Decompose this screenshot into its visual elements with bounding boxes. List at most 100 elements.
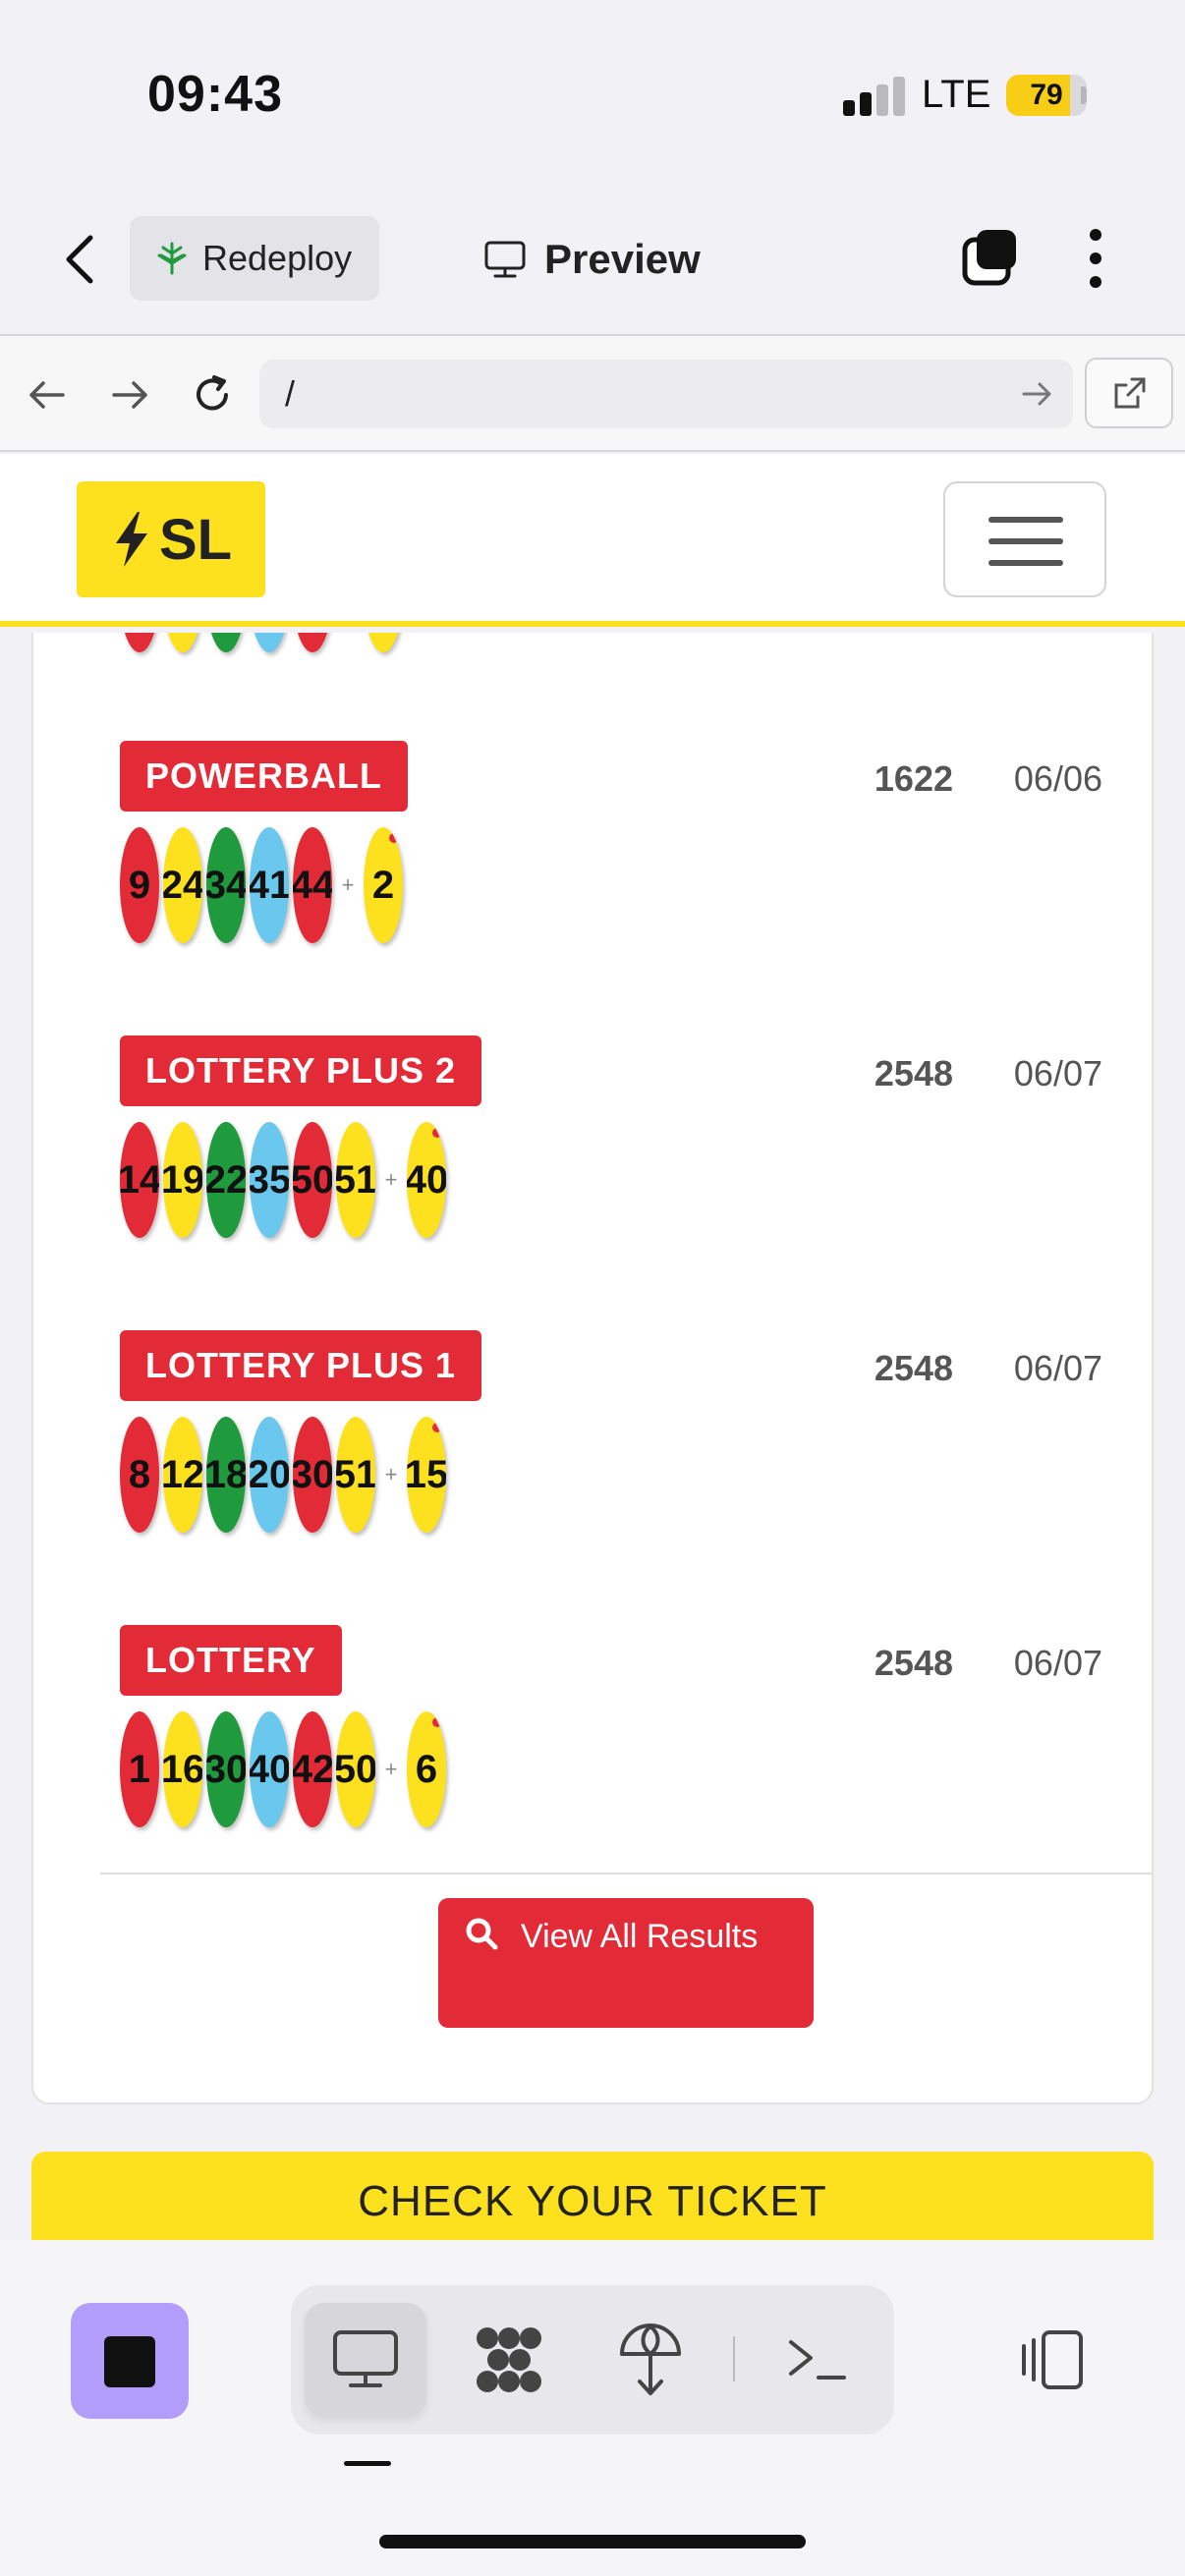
lottery-ball xyxy=(250,633,289,652)
monitor-icon xyxy=(333,2330,398,2387)
lottery-ball: 19 xyxy=(163,1122,202,1238)
lottery-ball: 41 xyxy=(250,827,289,943)
signal-icon xyxy=(843,77,906,116)
ball-set: 1 16 30 40 42 50 +6 xyxy=(120,1711,450,1827)
lottery-ball xyxy=(293,633,332,652)
lottery-ball: 51 xyxy=(336,1122,375,1238)
lottery-ball: 8 xyxy=(120,1417,159,1533)
bonus-ball: 40 xyxy=(407,1122,446,1238)
segment-separator xyxy=(733,2336,735,2381)
lottery-ball: 44 xyxy=(293,827,332,943)
deploy-view-button[interactable] xyxy=(590,2303,711,2417)
lottery-ball: 40 xyxy=(250,1711,289,1827)
status-bar: 09:43 LTE 79 xyxy=(0,0,1185,196)
more-options-icon[interactable] xyxy=(1081,226,1110,291)
divider xyxy=(100,1873,1152,1875)
external-link-icon xyxy=(1114,377,1146,409)
battery-tip xyxy=(1081,86,1087,104)
view-all-label: View All Results xyxy=(521,1918,759,1955)
draw-date: 06/07 xyxy=(1013,1348,1102,1388)
check-your-ticket-button[interactable]: CHECK YOUR TICKET xyxy=(31,2152,1154,2240)
ball-set: 14 19 22 35 50 51 +40 xyxy=(120,1122,450,1238)
plus-sign: + xyxy=(384,1462,398,1486)
lottery-ball: 34 xyxy=(206,827,246,943)
lottery-ball xyxy=(206,633,246,652)
monitor-icon xyxy=(484,241,526,278)
hamburger-menu-button[interactable] xyxy=(943,481,1106,597)
lottery-ball: 42 xyxy=(293,1711,332,1827)
status-time: 09:43 xyxy=(147,66,283,123)
redeploy-button[interactable]: Redeploy xyxy=(130,216,379,301)
go-arrow-icon[interactable] xyxy=(1020,377,1053,411)
plus-sign: + xyxy=(384,1167,398,1192)
result-row[interactable]: LOTTERY 2548 06/07 1 16 30 40 42 50 +6 xyxy=(120,1625,1102,1841)
lottery-ball: 20 xyxy=(250,1417,289,1533)
side-panel-icon[interactable] xyxy=(1018,2328,1087,2391)
game-label: LOTTERY PLUS 1 xyxy=(120,1330,482,1401)
search-icon xyxy=(466,1918,498,1950)
page-content: POWERBALL 1622 06/06 9 24 34 41 44 +2 LOTTERY PLU… xyxy=(0,633,1185,2240)
stop-icon xyxy=(104,2336,155,2387)
lightning-icon xyxy=(115,512,147,567)
url-field[interactable]: / xyxy=(259,360,1073,428)
draw-number: 2548 xyxy=(874,1053,953,1093)
tree-icon xyxy=(157,242,187,275)
lottery-ball xyxy=(120,633,159,652)
bonus-ball: 2 xyxy=(364,827,403,943)
tabs-icon[interactable] xyxy=(959,226,1022,289)
result-row[interactable]: LOTTERY PLUS 2 2548 06/07 14 19 22 35 50 51 +40 xyxy=(120,1036,1102,1252)
lottery-ball: 14 xyxy=(120,1122,159,1238)
view-all-results-button[interactable]: View All Results xyxy=(438,1898,814,2028)
lottery-ball: 16 xyxy=(163,1711,202,1827)
lottery-ball: 1 xyxy=(120,1711,159,1827)
active-tab-indicator xyxy=(344,2461,391,2466)
game-label: LOTTERY PLUS 2 xyxy=(120,1036,482,1106)
lottery-ball: 35 xyxy=(250,1122,289,1238)
terminal-icon xyxy=(789,2340,846,2380)
console-view-button[interactable] xyxy=(757,2303,878,2417)
lottery-ball: 30 xyxy=(206,1711,246,1827)
lottery-ball: 50 xyxy=(336,1711,375,1827)
deploy-icon xyxy=(620,2324,681,2395)
lottery-ball: 9 xyxy=(120,827,159,943)
reload-icon[interactable] xyxy=(189,371,236,419)
draw-date: 06/07 xyxy=(1013,1053,1102,1093)
plus-sign: + xyxy=(384,1757,398,1781)
logo-text: SL xyxy=(158,507,233,572)
lottery-ball: 51 xyxy=(336,1417,375,1533)
lottery-ball: 12 xyxy=(163,1417,202,1533)
result-row[interactable]: LOTTERY PLUS 1 2548 06/07 8 12 18 20 30 51 +15 xyxy=(120,1330,1102,1546)
network-type: LTE xyxy=(922,73,991,116)
lottery-ball: 22 xyxy=(206,1122,246,1238)
redeploy-label: Redeploy xyxy=(202,238,353,278)
lottery-ball xyxy=(163,633,202,652)
preview-label: Preview xyxy=(544,236,701,282)
game-label: LOTTERY xyxy=(120,1625,342,1696)
site-logo[interactable]: SL xyxy=(77,481,265,597)
lottery-ball: 18 xyxy=(206,1417,246,1533)
stop-button[interactable] xyxy=(71,2303,189,2419)
open-external-button[interactable] xyxy=(1085,358,1173,428)
battery-percent: 79 xyxy=(1030,79,1063,111)
lottery-ball: 30 xyxy=(293,1417,332,1533)
lottery-ball: 24 xyxy=(163,827,202,943)
result-row[interactable]: POWERBALL 1622 06/06 9 24 34 41 44 +2 xyxy=(120,741,1102,957)
bonus-ball: 15 xyxy=(407,1417,446,1533)
home-indicator xyxy=(379,2535,806,2548)
back-arrow-icon[interactable] xyxy=(24,371,71,419)
results-card: POWERBALL 1622 06/06 9 24 34 41 44 +2 LOTTERY PLU… xyxy=(31,633,1154,2104)
back-chevron-icon[interactable] xyxy=(59,232,102,287)
bonus-ball xyxy=(364,633,403,652)
forward-arrow-icon[interactable] xyxy=(106,371,153,419)
workspace-view-button[interactable] xyxy=(448,2303,570,2417)
draw-number: 2548 xyxy=(874,1643,953,1683)
preview-view-button[interactable] xyxy=(305,2303,426,2417)
lottery-ball: 50 xyxy=(293,1122,332,1238)
ball-set: 8 12 18 20 30 51 +15 xyxy=(120,1417,450,1533)
preview-tab[interactable]: Preview xyxy=(483,222,701,297)
ball-set: 9 24 34 41 44 +2 xyxy=(120,827,407,943)
draw-number: 2548 xyxy=(874,1348,953,1388)
bonus-ball: 6 xyxy=(407,1711,446,1827)
draw-date: 06/07 xyxy=(1013,1643,1102,1683)
url-text: / xyxy=(285,373,296,414)
